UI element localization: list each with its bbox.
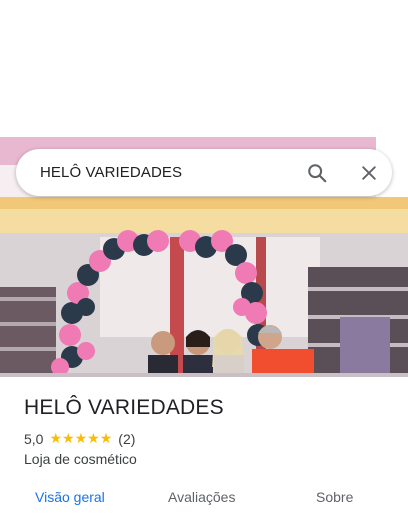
search-query-text[interactable]: HELÔ VARIEDADES: [40, 149, 182, 196]
blank-top-area: [0, 0, 408, 137]
close-icon[interactable]: [356, 160, 382, 186]
search-bar[interactable]: HELÔ VARIEDADES: [16, 149, 392, 196]
place-info-panel: HELÔ VARIEDADES 5,0 ★ ★ ★ ★ ★ (2) Loja d…: [0, 377, 408, 514]
star-icon: ★: [49, 431, 63, 447]
search-icon[interactable]: [304, 160, 330, 186]
rating-value: 5,0: [24, 431, 44, 447]
star-icon: ★: [99, 431, 113, 447]
star-icon: ★: [87, 431, 100, 447]
tab-reviews[interactable]: Avaliações: [168, 489, 235, 505]
tab-overview[interactable]: Visão geral: [35, 489, 105, 505]
place-title: HELÔ VARIEDADES: [24, 396, 224, 419]
star-icon: ★: [74, 431, 88, 447]
star-icon: ★: [62, 431, 75, 447]
rating-row[interactable]: 5,0 ★ ★ ★ ★ ★ (2): [24, 430, 135, 448]
review-count[interactable]: (2): [118, 431, 135, 447]
place-tabs: Visão geral Avaliações Sobre: [0, 485, 408, 514]
tab-about[interactable]: Sobre: [316, 489, 353, 505]
star-rating: ★ ★ ★ ★ ★: [49, 430, 112, 448]
place-category[interactable]: Loja de cosmético: [24, 451, 137, 467]
